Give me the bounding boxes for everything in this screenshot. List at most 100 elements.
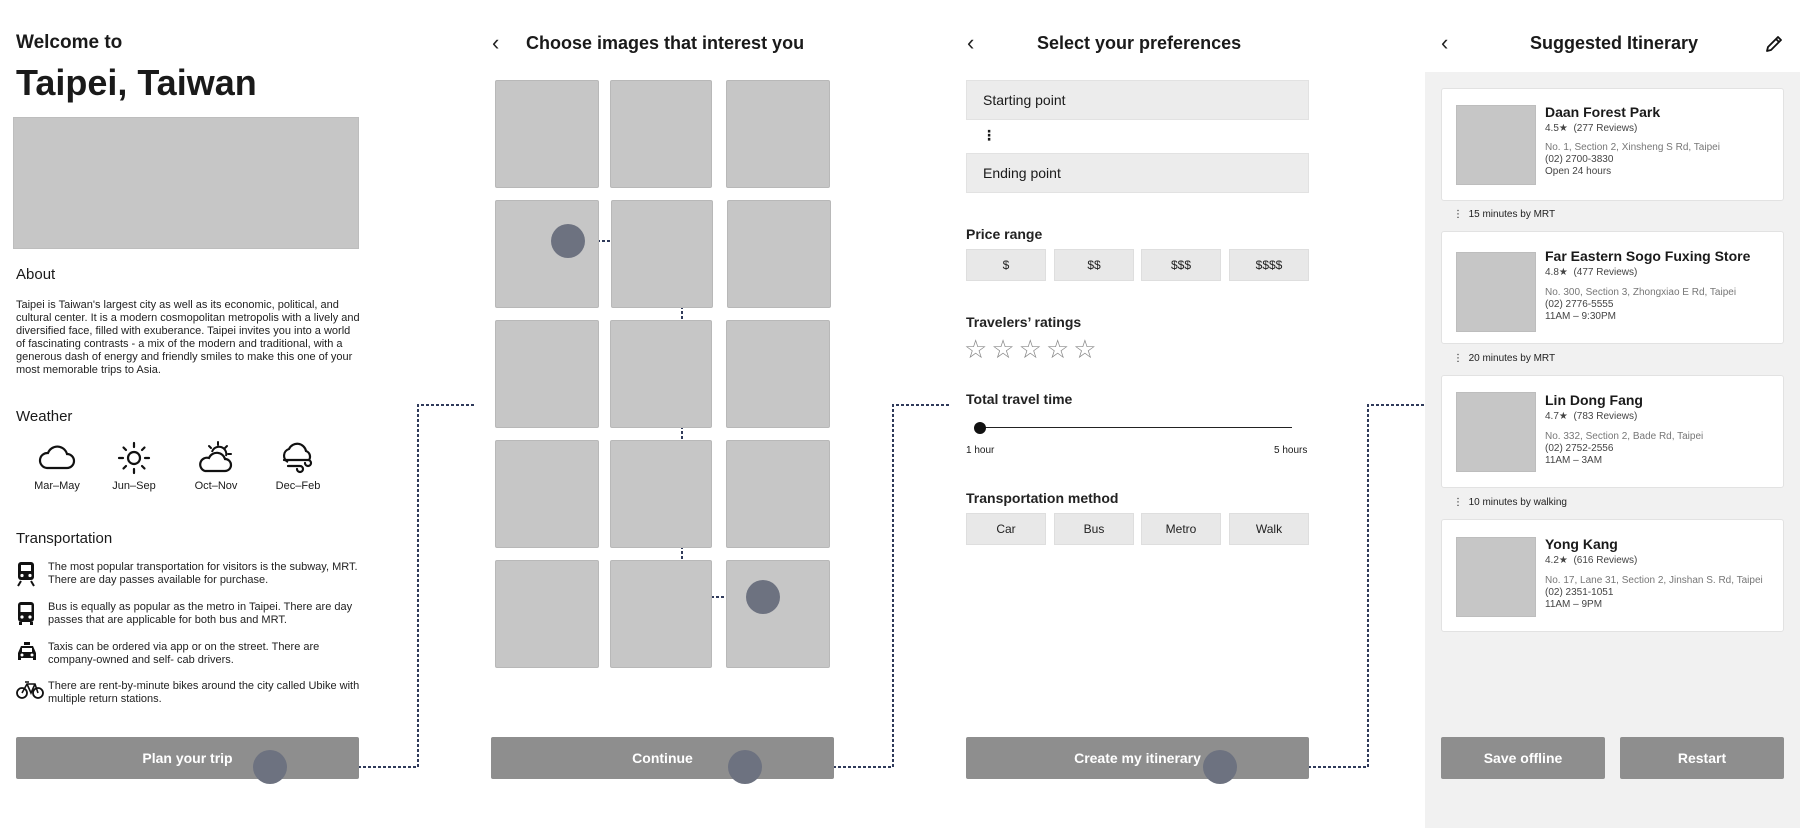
place-rating: 4.5★ (277 Reviews) — [1545, 123, 1637, 134]
continue-button[interactable]: Continue — [491, 737, 834, 779]
transport-text: There are rent-by-minute bikes around th… — [48, 680, 360, 705]
create-itinerary-button[interactable]: Create my itinerary — [966, 737, 1309, 779]
place-phone: (02) 2700-3830 — [1545, 154, 1614, 165]
travel-time-heading: Total travel time — [966, 391, 1073, 407]
method-option[interactable]: Car — [966, 513, 1046, 545]
about-heading: About — [16, 266, 56, 283]
price-option[interactable]: $$$ — [1141, 249, 1221, 281]
transportation-heading: Transportation — [16, 530, 113, 547]
image-tile[interactable] — [726, 320, 830, 428]
price-range-heading: Price range — [966, 226, 1043, 242]
back-icon[interactable]: ‹ — [492, 32, 499, 54]
place-name: Far Eastern Sogo Fuxing Store — [1545, 248, 1751, 264]
place-phone: (02) 2351-1051 — [1545, 587, 1614, 598]
place-address: No. 332, Section 2, Bade Rd, Taipei — [1545, 431, 1704, 442]
plan-trip-button[interactable]: Plan your trip — [16, 737, 359, 779]
star-icon[interactable]: ☆ — [1073, 336, 1096, 362]
back-icon[interactable]: ‹ — [1441, 32, 1448, 54]
image-tile[interactable] — [495, 560, 599, 668]
hotspot-marker — [253, 750, 287, 784]
star-icon[interactable]: ☆ — [1019, 336, 1042, 362]
image-tile[interactable] — [495, 80, 599, 188]
transport-text: Taxis can be ordered via app or on the s… — [48, 641, 320, 666]
image-tile[interactable] — [610, 440, 712, 548]
review-count: (277 Reviews) — [1573, 123, 1638, 134]
weather-label: Dec–Feb — [275, 480, 321, 492]
itinerary-card[interactable]: Lin Dong Fang 4.7★ (783 Reviews) No. 332… — [1441, 375, 1784, 488]
travel-time: ⋮ 20 minutes by MRT — [1453, 353, 1556, 364]
image-tile[interactable] — [611, 200, 713, 308]
image-tile[interactable] — [610, 560, 712, 668]
ending-point-input[interactable]: Ending point — [966, 153, 1309, 193]
image-grid — [495, 80, 831, 668]
taxi-icon — [18, 642, 36, 660]
sun-icon — [117, 441, 151, 475]
place-hours: 11AM – 9PM — [1545, 599, 1603, 610]
save-offline-button[interactable]: Save offline — [1441, 737, 1605, 779]
method-option[interactable]: Bus — [1054, 513, 1134, 545]
rating-value: 4.7★ — [1545, 411, 1568, 422]
starting-point-input[interactable]: Starting point — [966, 80, 1309, 120]
travel-time-slider-handle[interactable] — [974, 422, 986, 434]
welcome-text: Welcome to — [16, 32, 123, 53]
transport-item: There are rent-by-minute bikes around th… — [16, 680, 361, 706]
place-address: No. 1, Section 2, Xinsheng S Rd, Taipei — [1545, 142, 1720, 153]
weather-heading: Weather — [16, 408, 73, 425]
image-tile[interactable] — [495, 200, 599, 308]
image-tile[interactable] — [726, 560, 830, 668]
restart-button[interactable]: Restart — [1620, 737, 1784, 779]
review-count: (783 Reviews) — [1573, 411, 1638, 422]
place-image — [1456, 392, 1536, 472]
review-count: (616 Reviews) — [1573, 555, 1638, 566]
bicycle-icon — [16, 681, 44, 699]
image-tile[interactable] — [610, 80, 712, 188]
place-name: Lin Dong Fang — [1545, 392, 1643, 408]
image-tile[interactable] — [495, 440, 599, 548]
preferences-screen: ‹ Select your preferences Starting point… — [950, 0, 1350, 828]
weather-item: Jun–Sep — [99, 440, 169, 492]
image-tile[interactable] — [726, 440, 830, 548]
hotspot-marker — [551, 224, 585, 258]
image-tile[interactable] — [727, 200, 831, 308]
hotspot-marker — [728, 750, 762, 784]
price-option[interactable]: $$$$ — [1229, 249, 1309, 281]
method-option[interactable]: Walk — [1229, 513, 1309, 545]
transport-text: The most popular transportation for visi… — [48, 561, 358, 586]
page-title: Select your preferences — [1037, 33, 1242, 53]
place-image — [1456, 252, 1536, 332]
hotspot-marker — [1203, 750, 1237, 784]
hotspot-marker — [746, 580, 780, 614]
itinerary-card[interactable]: Daan Forest Park 4.5★ (277 Reviews) No. … — [1441, 88, 1784, 201]
image-tile[interactable] — [495, 320, 599, 428]
bus-icon — [18, 602, 34, 625]
hero-image — [13, 117, 359, 249]
star-icon[interactable]: ☆ — [1046, 336, 1069, 362]
star-icon[interactable]: ☆ — [991, 336, 1014, 362]
star-icon[interactable]: ☆ — [964, 336, 987, 362]
review-count: (477 Reviews) — [1573, 267, 1638, 278]
rating-value: 4.5★ — [1545, 123, 1568, 134]
transport-item: Bus is equally as popular as the metro i… — [16, 601, 361, 632]
transport-text: Bus is equally as popular as the metro i… — [48, 601, 353, 626]
image-tile[interactable] — [610, 320, 712, 428]
weather-label: Oct–Nov — [194, 480, 238, 492]
method-option[interactable]: Metro — [1141, 513, 1221, 545]
place-rating: 4.8★ (477 Reviews) — [1545, 267, 1637, 278]
price-option[interactable]: $$ — [1054, 249, 1134, 281]
time-max-label: 5 hours — [1274, 445, 1308, 456]
weather-label: Mar–May — [34, 480, 80, 492]
place-phone: (02) 2752-2556 — [1545, 443, 1614, 454]
image-tile[interactable] — [726, 80, 830, 188]
price-option[interactable]: $ — [966, 249, 1046, 281]
itinerary-card[interactable]: Far Eastern Sogo Fuxing Store 4.8★ (477 … — [1441, 231, 1784, 344]
place-rating: 4.2★ (616 Reviews) — [1545, 555, 1637, 566]
place-name: Daan Forest Park — [1545, 104, 1661, 120]
place-hours: 11AM – 3AM — [1545, 455, 1603, 466]
travel-time-text: 15 minutes by MRT — [1468, 209, 1556, 220]
itinerary-card[interactable]: Yong Kang 4.2★ (616 Reviews) No. 17, Lan… — [1441, 519, 1784, 632]
rating-value: 4.8★ — [1545, 267, 1568, 278]
back-icon[interactable]: ‹ — [967, 32, 974, 54]
ratings-heading: Travelers’ ratings — [966, 314, 1082, 330]
edit-icon[interactable] — [1764, 34, 1784, 54]
weather-item: Dec–Feb — [263, 440, 333, 492]
